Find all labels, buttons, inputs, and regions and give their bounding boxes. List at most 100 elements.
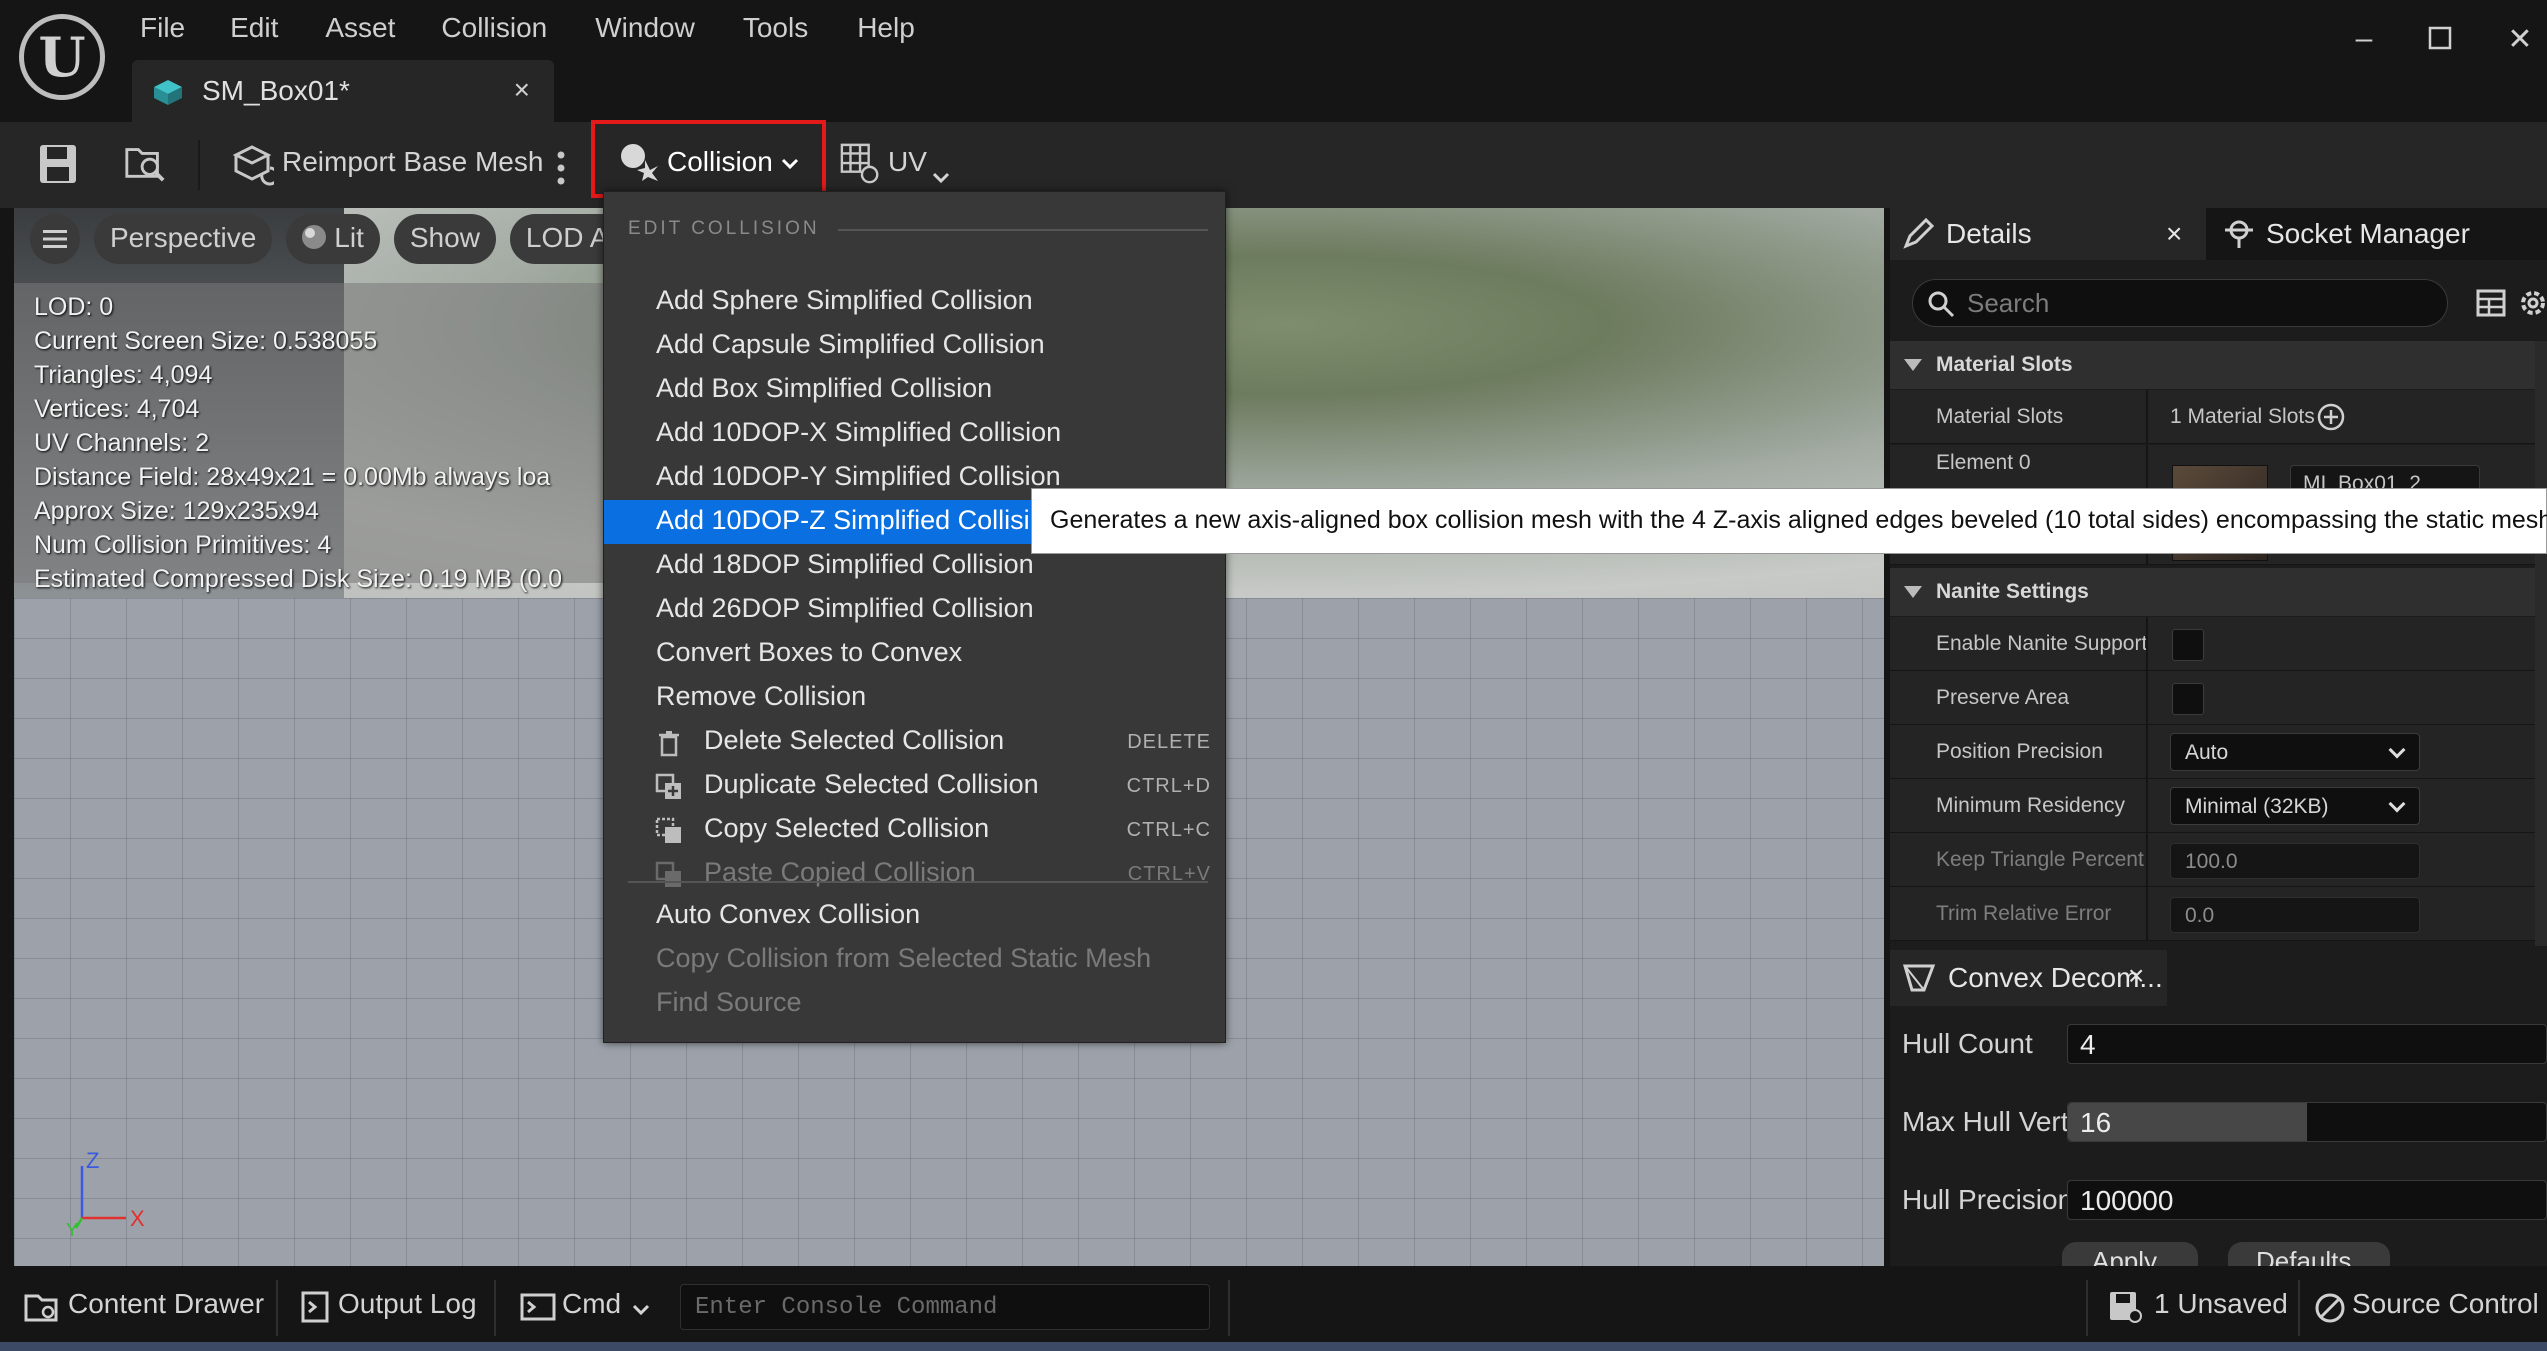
hull-count-field[interactable]: 4 [2067,1024,2547,1064]
collision-menu-item[interactable]: Copy Selected Collision CTRL+C [604,808,1225,852]
collision-menu-item[interactable]: Delete Selected Collision DELETE [604,720,1225,764]
hull-count-label: Hull Count [1902,1028,2033,1059]
console-command-input[interactable] [695,1291,1195,1323]
asset-toolbar: Reimport Base Mesh UV [0,122,2547,208]
save-icon[interactable] [38,142,78,186]
toolbar-divider [198,140,200,190]
preserve-area-checkbox[interactable] [2172,683,2204,715]
tab-convex-decomposition[interactable]: Convex Decom... × [1890,950,2167,1006]
menu-window[interactable]: Window [595,12,695,48]
menu-collision[interactable]: Collision [441,12,547,48]
browse-asset-icon[interactable] [122,140,168,184]
collision-menu-item[interactable]: Convert Boxes to Convex [604,632,1225,676]
table-view-icon[interactable] [2476,288,2506,318]
collision-menu-item[interactable]: Add 26DOP Simplified Collision [604,588,1225,632]
row-divider [2146,779,2148,833]
lit-button[interactable]: Lit [286,214,380,264]
collision-toolbar-button[interactable]: Collision [591,120,826,198]
search-input[interactable] [1967,287,2427,319]
chevron-down-icon [781,158,799,170]
maximize-icon [2428,26,2452,50]
position-precision-row: Position Precision Auto [1890,725,2535,779]
menu-asset[interactable]: Asset [325,12,395,48]
collision-menu-item[interactable]: Add Capsule Simplified Collision [604,324,1225,368]
menu-file[interactable]: File [140,12,185,48]
console-command-field[interactable] [680,1284,1210,1330]
tab-details-label: Details [1946,218,2032,249]
close-details-tab-icon[interactable]: × [2166,218,2182,250]
unsaved-save-icon [2110,1292,2142,1323]
close-tab-icon[interactable]: × [514,74,530,106]
collision-menu-item[interactable]: Add Box Simplified Collision [604,368,1225,412]
menu-edit[interactable]: Edit [230,12,278,48]
source-control-button[interactable]: Source Control [2352,1288,2539,1320]
edit-collision-section-title: EDIT COLLISION [628,218,820,239]
more-options-icon[interactable] [556,146,566,190]
preserve-area-row: Preserve Area [1890,671,2535,725]
material-slots-header[interactable]: Material Slots [1890,341,2535,389]
status-divider [494,1280,496,1336]
tab-socket-manager[interactable]: Socket Manager [2208,208,2547,260]
uv-button[interactable]: UV [888,146,927,178]
show-button[interactable]: Show [393,214,496,264]
keep-triangle-percent-row: Keep Triangle Percent 100.0 [1890,833,2535,887]
max-hull-verts-slider[interactable]: 16 [2067,1102,2547,1142]
collision-menu-item-label: Add 10DOP-Y Simplified Collision [656,461,1061,491]
details-search[interactable] [1912,279,2448,327]
asset-tab[interactable]: SM_Box01* × [132,60,554,122]
lit-label: Lit [334,222,364,253]
stat-uv-channels: UV Channels: 2 [34,429,210,457]
output-log-button[interactable]: Output Log [338,1288,477,1320]
collision-menu-item-shortcut: DELETE [1127,731,1211,753]
menu-tools[interactable]: Tools [743,12,808,48]
enable-nanite-checkbox[interactable] [2172,629,2204,661]
row-divider [2146,671,2148,725]
stat-collision-primitives: Num Collision Primitives: 4 [34,531,332,559]
status-bar: Content Drawer Output Log Cmd 1 Unsaved … [0,1266,2547,1351]
maximize-button[interactable] [2420,24,2460,58]
collision-button-label: Collision [667,146,773,177]
close-window-button[interactable]: ✕ [2500,22,2540,57]
collision-menu-item[interactable]: Duplicate Selected Collision CTRL+D [604,764,1225,808]
collision-menu-item-label: Add 18DOP Simplified Collision [656,549,1034,579]
asset-tab-title: SM_Box01* [202,75,350,106]
unsaved-button[interactable]: 1 Unsaved [2154,1288,2288,1320]
material-slots-label: Material Slots [1936,405,2064,428]
position-precision-value: Auto [2185,741,2229,764]
tab-details[interactable]: Details × [1890,208,2206,260]
perspective-button[interactable]: Perspective [94,214,273,264]
collapse-triangle-icon [1904,586,1922,598]
collision-menu-item-label: Paste Copied Collision [704,857,976,887]
collision-menu-item[interactable]: Add 10DOP-X Simplified Collision [604,412,1225,456]
reimport-base-mesh-button[interactable]: Reimport Base Mesh [282,146,543,178]
minimum-residency-value: Minimal (32KB) [2185,795,2329,818]
collision-menu-item[interactable]: Remove Collision [604,676,1225,720]
collision-menu-item[interactable]: Add Sphere Simplified Collision [604,280,1225,324]
position-precision-dropdown[interactable]: Auto [2170,733,2420,771]
minimum-residency-row: Minimum Residency Minimal (32KB) [1890,779,2535,833]
content-drawer-button[interactable]: Content Drawer [68,1288,264,1320]
chevron-down-icon [2388,741,2406,759]
convex-decomposition-panel: Convex Decom... × Hull Count 4 Max Hull … [1890,946,2547,1276]
viewport-options-button[interactable] [30,214,80,264]
unreal-logo[interactable]: U [19,14,105,100]
details-scrollbar[interactable] [2535,341,2547,946]
collision-menu-item[interactable]: Auto Convex Collision [604,894,1225,938]
minimize-button[interactable]: – [2344,22,2384,56]
nanite-settings-header[interactable]: Nanite Settings [1890,568,2535,616]
nanite-settings-header-label: Nanite Settings [1936,580,2089,603]
pencil-icon [1903,218,1934,249]
material-slots-header-label: Material Slots [1936,353,2073,376]
close-convex-tab-icon[interactable]: × [2128,960,2144,992]
menu-help[interactable]: Help [857,12,915,48]
add-material-slot-icon[interactable] [2316,402,2346,432]
cmd-dropdown[interactable]: Cmd [562,1288,621,1320]
static-mesh-icon [154,80,182,105]
minimum-residency-dropdown[interactable]: Minimal (32KB) [2170,787,2420,825]
collision-menu-item-label: Remove Collision [656,681,867,711]
hull-precision-field[interactable]: 100000 [2067,1180,2547,1220]
settings-gear-icon[interactable] [2518,288,2547,318]
keep-triangle-percent-field: 100.0 [2170,843,2420,879]
status-divider [2086,1280,2088,1336]
collision-menu-item: Find Source [604,982,1225,1026]
